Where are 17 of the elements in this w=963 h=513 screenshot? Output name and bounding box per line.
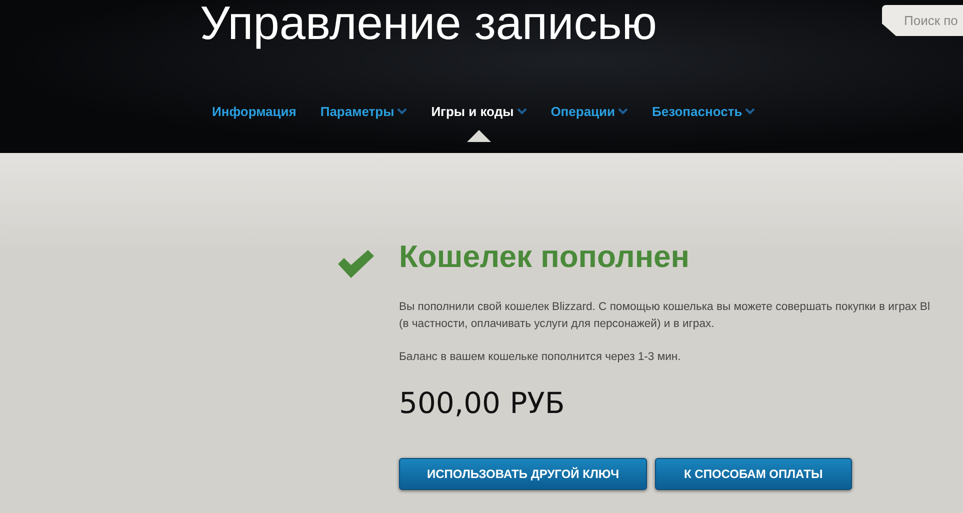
nav-tab[interactable]: Информация <box>200 100 308 124</box>
action-button[interactable]: К СПОСОБАМ ОПЛАТЫ <box>655 458 852 490</box>
nav-tab[interactable]: Безопасность <box>640 100 768 124</box>
success-heading: Кошелек пополнен <box>399 238 691 276</box>
note-text: Баланс в вашем кошельке пополнится через 1-3 мин. <box>399 350 682 366</box>
action-button[interactable]: ИСПОЛЬЗОВАТЬ ДРУГОЙ КЛЮЧ <box>399 458 648 490</box>
caret-icon <box>618 108 628 116</box>
amount-text: 500,00 РУБ <box>399 385 566 422</box>
checkmark-icon <box>337 250 375 278</box>
caret-icon <box>397 108 408 116</box>
page-title: Управление записью <box>200 0 657 51</box>
message-text: Вы пополнили свой кошелек Blizzard. С помощью кошелька вы можете совершать покупки в играх Bl (в частности, оплачивать услуги для персонажей) и в играх. <box>399 300 930 332</box>
nav-tab[interactable]: Параметры <box>308 100 420 124</box>
search-field[interactable]: Поиск по <box>882 5 963 36</box>
caret-icon <box>516 108 527 116</box>
nav-tab[interactable]: Операции <box>538 100 640 124</box>
caret-icon <box>745 108 756 116</box>
